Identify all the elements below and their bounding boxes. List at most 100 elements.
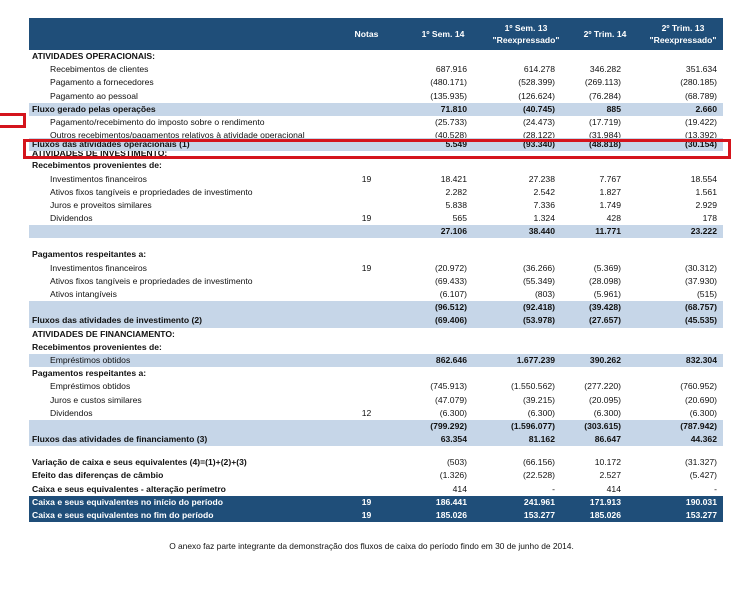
row-value: 5.838 [445,199,467,210]
row-value: 2.542 [533,186,555,197]
row-value: 185.026 [435,510,467,520]
header-notes: Notas [354,29,379,39]
row-value: 1.749 [599,199,621,210]
table-row: Variação de caixa e seus equivalentes (4… [29,456,723,469]
row-value: (277.220) [584,381,621,392]
table-row: Juros e custos similares (47.079) (39.215)… [29,394,723,407]
row-value: 71.810 [440,103,467,114]
row-value: (68.757) [684,302,717,313]
row-value: (31.327) [684,457,717,468]
row-label: Recebimentos provenientes de: [32,341,162,352]
row-value: 10.172 [594,457,621,468]
row-value: 186.441 [435,496,467,507]
row-value: (6.107) [439,289,467,299]
table-row: Empréstimos obtidos (745.913) (1.550.562) (… [29,380,723,393]
row-value: (13.392) [684,130,717,139]
table-row: Investimentos financeiros 19 18.421 27.238 7… [29,173,723,186]
row-value: 190.031 [685,496,717,507]
row-value: 1.561 [695,186,717,197]
table-row: Dividendos 12 (6.300) (6.300) (6.300) (6.300) [29,407,723,420]
row-value: (76.284) [588,90,621,101]
table-row: Efeito das diferenças de câmbio (1.326) (2… [29,469,723,482]
row-label: Pagamento ao pessoal [50,90,138,101]
row-value: (17.719) [588,116,621,127]
row-value: (480.171) [430,77,467,88]
row-value: 862.646 [435,354,467,365]
row-label: Caixa e seus equivalentes - alteração pe… [32,483,226,494]
row-value: (5.961) [593,289,621,299]
row-value: (126.624) [518,90,555,101]
row-value: 18.554 [690,173,717,184]
row-value: 346.282 [589,64,621,75]
row-value: 7.336 [533,199,555,210]
row-label: Outros recebimentos/pagamentos relativos… [50,130,305,139]
row-notes: 19 [361,213,372,224]
row-label: Efeito das diferenças de câmbio [32,470,164,481]
table-row: Recebimentos provenientes de: [29,341,723,354]
row-value: (40.745) [522,103,555,114]
row-value: (39.428) [588,302,621,313]
row-value: (803) [534,289,555,299]
row-value: 687.916 [435,64,467,75]
row-label: Ativos fixos tangíveis e propriedades de… [50,275,253,286]
row-value: 81.162 [528,434,555,445]
row-value: (45.535) [684,315,717,326]
row-value: 2.660 [695,103,717,114]
row-value: (745.913) [430,381,467,392]
row-value: (92.418) [522,302,555,313]
row-label: Variação de caixa e seus equivalentes (4… [32,457,247,468]
row-value: 2.527 [599,470,621,481]
table-row: Caixa e seus equivalentes no início do p… [29,495,723,509]
row-value: (1.326) [439,470,467,481]
table-row: Recebimentos provenientes de: [29,159,723,172]
row-label: Empréstimos obtidos [50,354,131,365]
row-value: (66.156) [522,457,555,468]
row-label: Empréstimos obtidos [50,381,131,392]
row-label: Pagamento/recebimento do imposto sobre o… [50,116,265,127]
row-notes: 19 [361,496,372,507]
table-row: Caixa e seus equivalentes no fim do perí… [29,509,723,523]
row-value: 414 [606,483,621,494]
table-row: Ativos fixos tangíveis e propriedades de… [29,186,723,199]
row-value: (68.789) [684,90,717,101]
row-value: (5.427) [689,470,717,481]
highlight-box [23,139,731,159]
row-value: 1.827 [599,186,621,197]
row-value: (6.300) [689,407,717,418]
row-label: Fluxo gerado pelas operações [32,103,156,114]
row-value: (6.300) [527,407,555,418]
row-value: (787.942) [680,420,717,431]
row-value: (30.312) [684,262,717,273]
row-label: Juros e proveitos similares [50,199,152,210]
row-value: (269.113) [584,77,621,88]
row-value: 178 [702,213,717,224]
row-value: 18.421 [440,173,467,184]
row-value: (303.615) [584,420,621,431]
table-row: Dividendos 19 565 1.324 428 178 [29,212,723,225]
table-row: Fluxos das atividades de financiamento (… [29,433,723,447]
row-value: 44.362 [690,434,717,445]
row-value: 565 [452,213,467,224]
row-value: (20.095) [588,394,621,405]
table-row: 27.106 38.440 11.771 23.222 [29,225,723,239]
row-value: (27.657) [588,315,621,326]
header-2trim14: 2º Trim. 14 [583,29,627,39]
row-value: 885 [606,103,621,114]
row-value: 832.304 [685,354,717,365]
table-row: Recebimentos de clientes 687.916 614.278 34… [29,63,723,76]
row-value: (6.300) [593,407,621,418]
row-value: (799.292) [430,420,467,431]
table-row: Pagamento a fornecedores (480.171) (528.39… [29,76,723,89]
row-value: 11.771 [595,226,621,237]
table-row: Fluxos das atividades de investimento (2… [29,314,723,328]
row-label: Pagamentos respeitantes a: [32,368,147,379]
table-row: Outros recebimentos/pagamentos relativos… [29,129,723,138]
table-row [29,238,723,248]
row-value: (760.952) [680,381,717,392]
row-value: 428 [606,213,621,224]
table-row: ATIVIDADES OPERACIONAIS: [29,50,723,63]
row-label: Investimentos financeiros [50,262,147,273]
table-row: Caixa e seus equivalentes - alteração pe… [29,483,723,496]
row-value: 171.913 [589,496,621,507]
row-value: 1.677.239 [516,354,555,365]
